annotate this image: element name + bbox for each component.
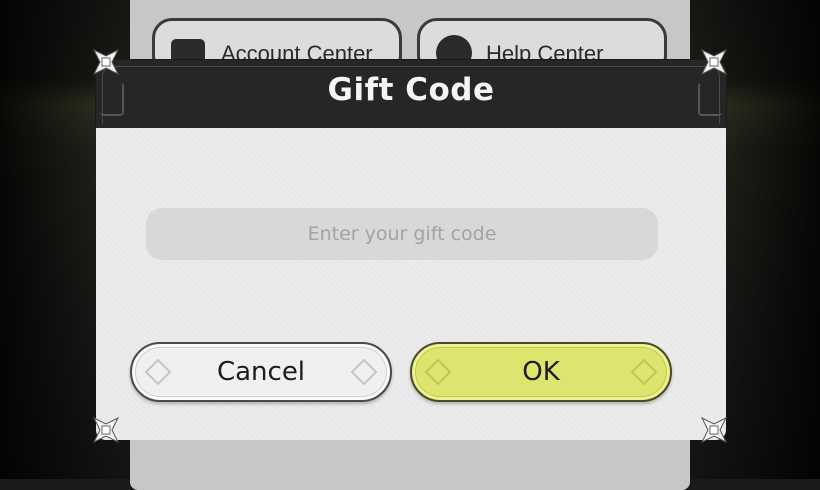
ornament-corner-icon xyxy=(92,48,120,76)
dialog-header: Gift Code xyxy=(96,60,726,128)
ornament-corner-icon xyxy=(92,416,120,444)
dialog-title: Gift Code xyxy=(327,72,495,108)
gift-code-dialog: Gift Code Cancel OK xyxy=(96,60,726,440)
diamond-ornament-icon xyxy=(350,358,378,386)
ok-button-label: OK xyxy=(522,357,560,387)
diamond-ornament-icon xyxy=(424,358,452,386)
ok-button[interactable]: OK xyxy=(410,342,672,402)
cancel-button-label: Cancel xyxy=(216,357,306,387)
dialog-body: Cancel OK xyxy=(96,128,726,440)
gift-code-input[interactable] xyxy=(146,208,658,260)
ornament-corner-icon xyxy=(700,416,728,444)
ornament-corner-icon xyxy=(700,48,728,76)
cancel-button[interactable]: Cancel xyxy=(130,342,392,402)
diamond-ornament-icon xyxy=(144,358,172,386)
diamond-ornament-icon xyxy=(630,358,658,386)
